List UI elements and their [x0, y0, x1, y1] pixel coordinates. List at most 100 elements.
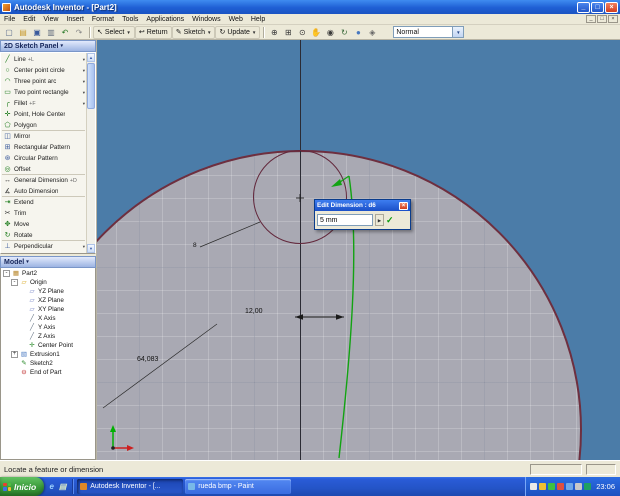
chevron-down-icon[interactable]: ▾ [83, 57, 85, 63]
dialog-titlebar[interactable]: Edit Dimension : d6 × [315, 200, 410, 211]
minimize-button[interactable]: _ [577, 1, 590, 13]
tree-node[interactable]: ╱ X Axis [1, 314, 95, 323]
chevron-down-icon[interactable]: ▾ [83, 68, 85, 74]
return-button[interactable]: ↩ Return [134, 25, 172, 39]
tray-icon-7[interactable] [584, 483, 592, 490]
menu-item[interactable]: Help [247, 16, 269, 23]
flyout-arrow-icon[interactable]: ▶ [375, 214, 384, 226]
tree-node[interactable]: ▱ XY Plane [1, 305, 95, 314]
tree-node-label[interactable]: Center Point [38, 342, 73, 349]
tree-node[interactable]: ⊖ End of Part [1, 368, 95, 377]
sketch-tool-item[interactable]: ⊛ Circular Pattern [2, 153, 85, 164]
chevron-down-icon[interactable]: ▾ [83, 90, 85, 96]
tray-icon-3[interactable] [548, 483, 556, 490]
sketch-tool-item[interactable]: ⊞ Rectangular Pattern [2, 142, 85, 153]
chevron-down-icon[interactable]: ▾ [83, 101, 85, 107]
menu-item[interactable]: View [39, 16, 62, 23]
menu-item[interactable]: Web [225, 16, 247, 23]
shaded-icon[interactable]: ● [351, 26, 365, 39]
sketch-tool-item[interactable]: ╭ Fillet +F ▾ [2, 98, 85, 109]
sketch-tool-item[interactable]: ✂ Trim [2, 208, 85, 219]
style-combo[interactable]: Normal ▼ [393, 26, 465, 38]
tray-icon-2[interactable] [539, 483, 547, 490]
sketch-tool-item[interactable]: ◎ Offset [2, 164, 85, 175]
sketch-tool-item[interactable]: ⬠ Polygon [2, 120, 85, 131]
tree-node-label[interactable]: Extrusion1 [30, 351, 60, 358]
tree-node-label[interactable]: XZ Plane [38, 297, 64, 304]
tree-node-label[interactable]: XY Plane [38, 306, 64, 313]
sketch-button[interactable]: ✎ Sketch ▼ [171, 25, 216, 39]
chevron-down-icon[interactable]: ▾ [83, 244, 85, 250]
show-desktop-icon[interactable]: ▤ [58, 482, 67, 491]
menu-item[interactable]: File [0, 16, 19, 23]
scroll-up-icon[interactable]: ▲ [87, 53, 95, 62]
tree-expander[interactable]: + [11, 351, 18, 358]
dimension-label[interactable]: 12,00 [245, 308, 263, 315]
tray-icon-1[interactable] [530, 483, 538, 490]
menu-item[interactable]: Applications [142, 16, 188, 23]
tree-node[interactable]: ✛ Center Point [1, 341, 95, 350]
menu-item[interactable]: Insert [62, 16, 88, 23]
taskbar-task-button[interactable]: Autodesk Inventor - [... [77, 479, 184, 494]
menu-item[interactable]: Edit [19, 16, 39, 23]
dimension-value-input[interactable] [317, 214, 373, 226]
tree-node-label[interactable]: Origin [30, 279, 47, 286]
sketch-tool-item[interactable]: ⇥ Extend [2, 197, 85, 208]
tree-node[interactable]: + ▧ Extrusion1 [1, 350, 95, 359]
tree-node-label[interactable]: X Axis [38, 315, 56, 322]
sketch-tool-item[interactable]: ◫ Mirror [2, 131, 85, 142]
mdi-minimize-button[interactable]: _ [586, 15, 596, 23]
close-button[interactable]: × [605, 1, 618, 13]
tree-node[interactable]: ▱ YZ Plane [1, 287, 95, 296]
tree-node[interactable]: ╱ Z Axis [1, 332, 95, 341]
mdi-close-button[interactable]: × [608, 15, 618, 23]
tree-node[interactable]: ╱ Y Axis [1, 323, 95, 332]
menu-item[interactable]: Windows [188, 16, 224, 23]
zoom-icon[interactable]: ⊙ [295, 26, 309, 39]
tree-node[interactable]: - ▦ Part2 [1, 269, 95, 278]
chevron-down-icon[interactable]: ▾ [83, 79, 85, 85]
tree-node[interactable]: - ▱ Origin [1, 278, 95, 287]
drawing-canvas[interactable]: 12,00 64,083 8 Edit Dimension : d6 × ▶ ✓ [97, 40, 620, 460]
tree-node-label[interactable]: Sketch2 [30, 360, 53, 367]
accept-checkmark-button[interactable]: ✓ [386, 214, 394, 226]
maximize-button[interactable]: □ [591, 1, 604, 13]
sketch-panel-scrollbar[interactable]: ▲ ▼ [86, 53, 95, 253]
sketch-tool-item[interactable]: ╱ Line +L ▾ [2, 54, 85, 65]
tree-expander[interactable]: - [3, 270, 10, 277]
dimension-label[interactable]: 64,083 [137, 356, 158, 363]
look-at-icon[interactable]: ◉ [323, 26, 337, 39]
sketch-tool-item[interactable]: ∡ Auto Dimension [2, 186, 85, 197]
sketch-tool-item[interactable]: ◠ Three point arc ▾ [2, 76, 85, 87]
tree-node-label[interactable]: Z Axis [38, 333, 55, 340]
chevron-down-icon[interactable]: ▼ [453, 26, 465, 38]
menu-item[interactable]: Tools [118, 16, 142, 23]
tree-expander[interactable]: - [11, 279, 18, 286]
rotate-view-icon[interactable]: ↻ [337, 26, 351, 39]
tray-icon-6[interactable] [575, 483, 583, 490]
tree-node[interactable]: ▱ XZ Plane [1, 296, 95, 305]
tree-node-label[interactable]: Y Axis [38, 324, 55, 331]
model-panel-header[interactable]: Model ▾ [0, 256, 96, 268]
sketch-tool-item[interactable]: ✥ Move [2, 219, 85, 230]
tray-icon-4[interactable] [557, 483, 565, 490]
sketch-panel-header[interactable]: 2D Sketch Panel ▾ [0, 40, 96, 52]
zoom-window-icon[interactable]: ⊞ [281, 26, 295, 39]
dialog-close-button[interactable]: × [399, 201, 408, 210]
sketch-tool-item[interactable]: ▭ Two point rectangle ▾ [2, 87, 85, 98]
zoom-all-icon[interactable]: ⊕ [267, 26, 281, 39]
tree-node-label[interactable]: Part2 [22, 270, 37, 277]
sketch-tool-item[interactable]: ○ Center point circle ▾ [2, 65, 85, 76]
start-button[interactable]: Inicio [0, 477, 45, 496]
scroll-down-icon[interactable]: ▼ [87, 244, 95, 253]
style-combo-value[interactable]: Normal [393, 26, 454, 38]
mdi-restore-button[interactable]: □ [597, 15, 607, 23]
internet-explorer-icon[interactable]: e [47, 482, 56, 491]
camera-icon[interactable]: ◈ [365, 26, 379, 39]
sketch-tool-item[interactable]: ⊥ Perpendicular ▾ [2, 241, 85, 252]
tree-node[interactable]: ✎ Sketch2 [1, 359, 95, 368]
pan-icon[interactable]: ✋ [309, 26, 323, 39]
sketch-tool-item[interactable]: ✛ Point, Hole Center [2, 109, 85, 120]
menu-item[interactable]: Format [88, 16, 118, 23]
tray-icon-5[interactable] [566, 483, 574, 490]
